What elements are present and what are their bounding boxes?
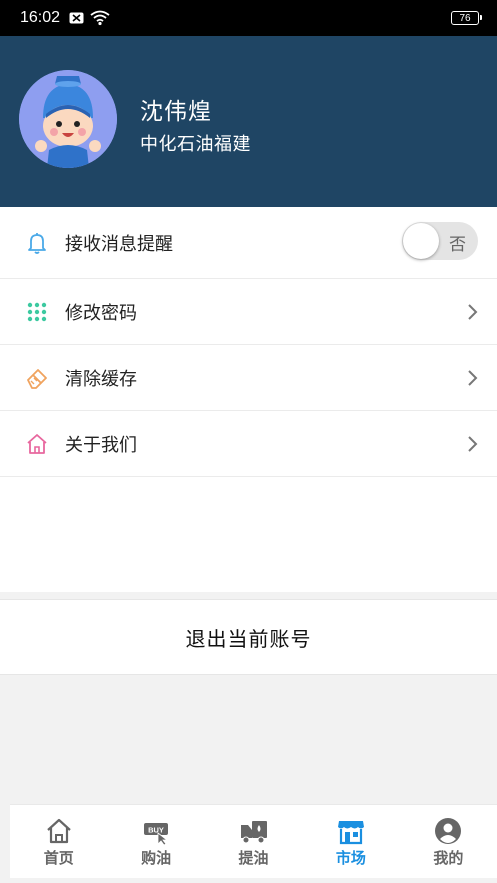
profile-company: 中化石油福建 xyxy=(140,134,251,155)
nav-item-buy[interactable]: BUY 购油 xyxy=(107,805,204,878)
nav-label-buy: 购油 xyxy=(141,849,172,867)
settings-list: 接收消息提醒 否 修改密码 清除缓存 关于我们 xyxy=(0,207,497,592)
nav-item-home[interactable]: 首页 xyxy=(10,805,107,878)
nav-label-market: 市场 xyxy=(335,849,366,867)
settings-label-clear-cache: 清除缓存 xyxy=(65,368,137,390)
profile-name: 沈伟煌 xyxy=(140,99,212,125)
home-icon xyxy=(46,818,71,844)
settings-label-about-us: 关于我们 xyxy=(65,434,137,456)
settings-row-clear-cache[interactable]: 清除缓存 xyxy=(0,345,497,411)
user-icon xyxy=(435,818,462,844)
nav-item-pickup[interactable]: 提油 xyxy=(205,805,302,878)
chevron-right-icon xyxy=(468,435,478,452)
bottom-nav: 首页 BUY 购油 提油 市场 我的 xyxy=(10,804,497,878)
toggle-state-text: 否 xyxy=(449,235,466,255)
mascot-avatar-icon xyxy=(19,70,117,168)
keypad-icon xyxy=(27,302,47,321)
bell-icon xyxy=(28,232,46,254)
battery-indicator: 76 xyxy=(451,11,482,25)
settings-label-notifications: 接收消息提醒 xyxy=(65,233,173,255)
toggle-knob xyxy=(403,223,439,259)
buy-icon: BUY xyxy=(144,823,169,845)
nav-label-mine: 我的 xyxy=(433,849,464,867)
status-time: 16:02 xyxy=(20,9,61,26)
truck-icon xyxy=(240,821,267,844)
settings-row-change-password[interactable]: 修改密码 xyxy=(0,279,497,345)
logout-button[interactable]: 退出当前账号 xyxy=(0,600,497,674)
wifi-icon xyxy=(90,10,110,26)
chevron-right-icon xyxy=(468,369,478,386)
settings-row-about-us[interactable]: 关于我们 xyxy=(0,411,497,477)
chevron-right-icon xyxy=(468,303,478,320)
app-root: 16:02 76 沈伟煌 中化石油福建 接收消息提醒 否 修改密码 清除缓存 关… xyxy=(0,0,497,883)
nav-label-pickup: 提油 xyxy=(238,849,269,867)
nav-label-home: 首页 xyxy=(43,849,74,867)
profile-header: 沈伟煌 中化石油福建 xyxy=(0,36,497,207)
home-icon xyxy=(27,433,47,454)
settings-label-change-password: 修改密码 xyxy=(65,302,137,324)
settings-row-notifications: 接收消息提醒 否 xyxy=(0,207,497,279)
svg-text:BUY: BUY xyxy=(148,826,164,835)
notifications-toggle[interactable]: 否 xyxy=(402,222,478,260)
nav-item-market[interactable]: 市场 xyxy=(302,805,399,878)
avatar[interactable] xyxy=(19,70,117,168)
status-bar: 16:02 76 xyxy=(0,0,497,36)
eraser-icon xyxy=(27,368,47,389)
store-icon xyxy=(337,821,364,845)
nav-item-mine[interactable]: 我的 xyxy=(400,805,497,878)
notification-icon xyxy=(69,12,84,24)
